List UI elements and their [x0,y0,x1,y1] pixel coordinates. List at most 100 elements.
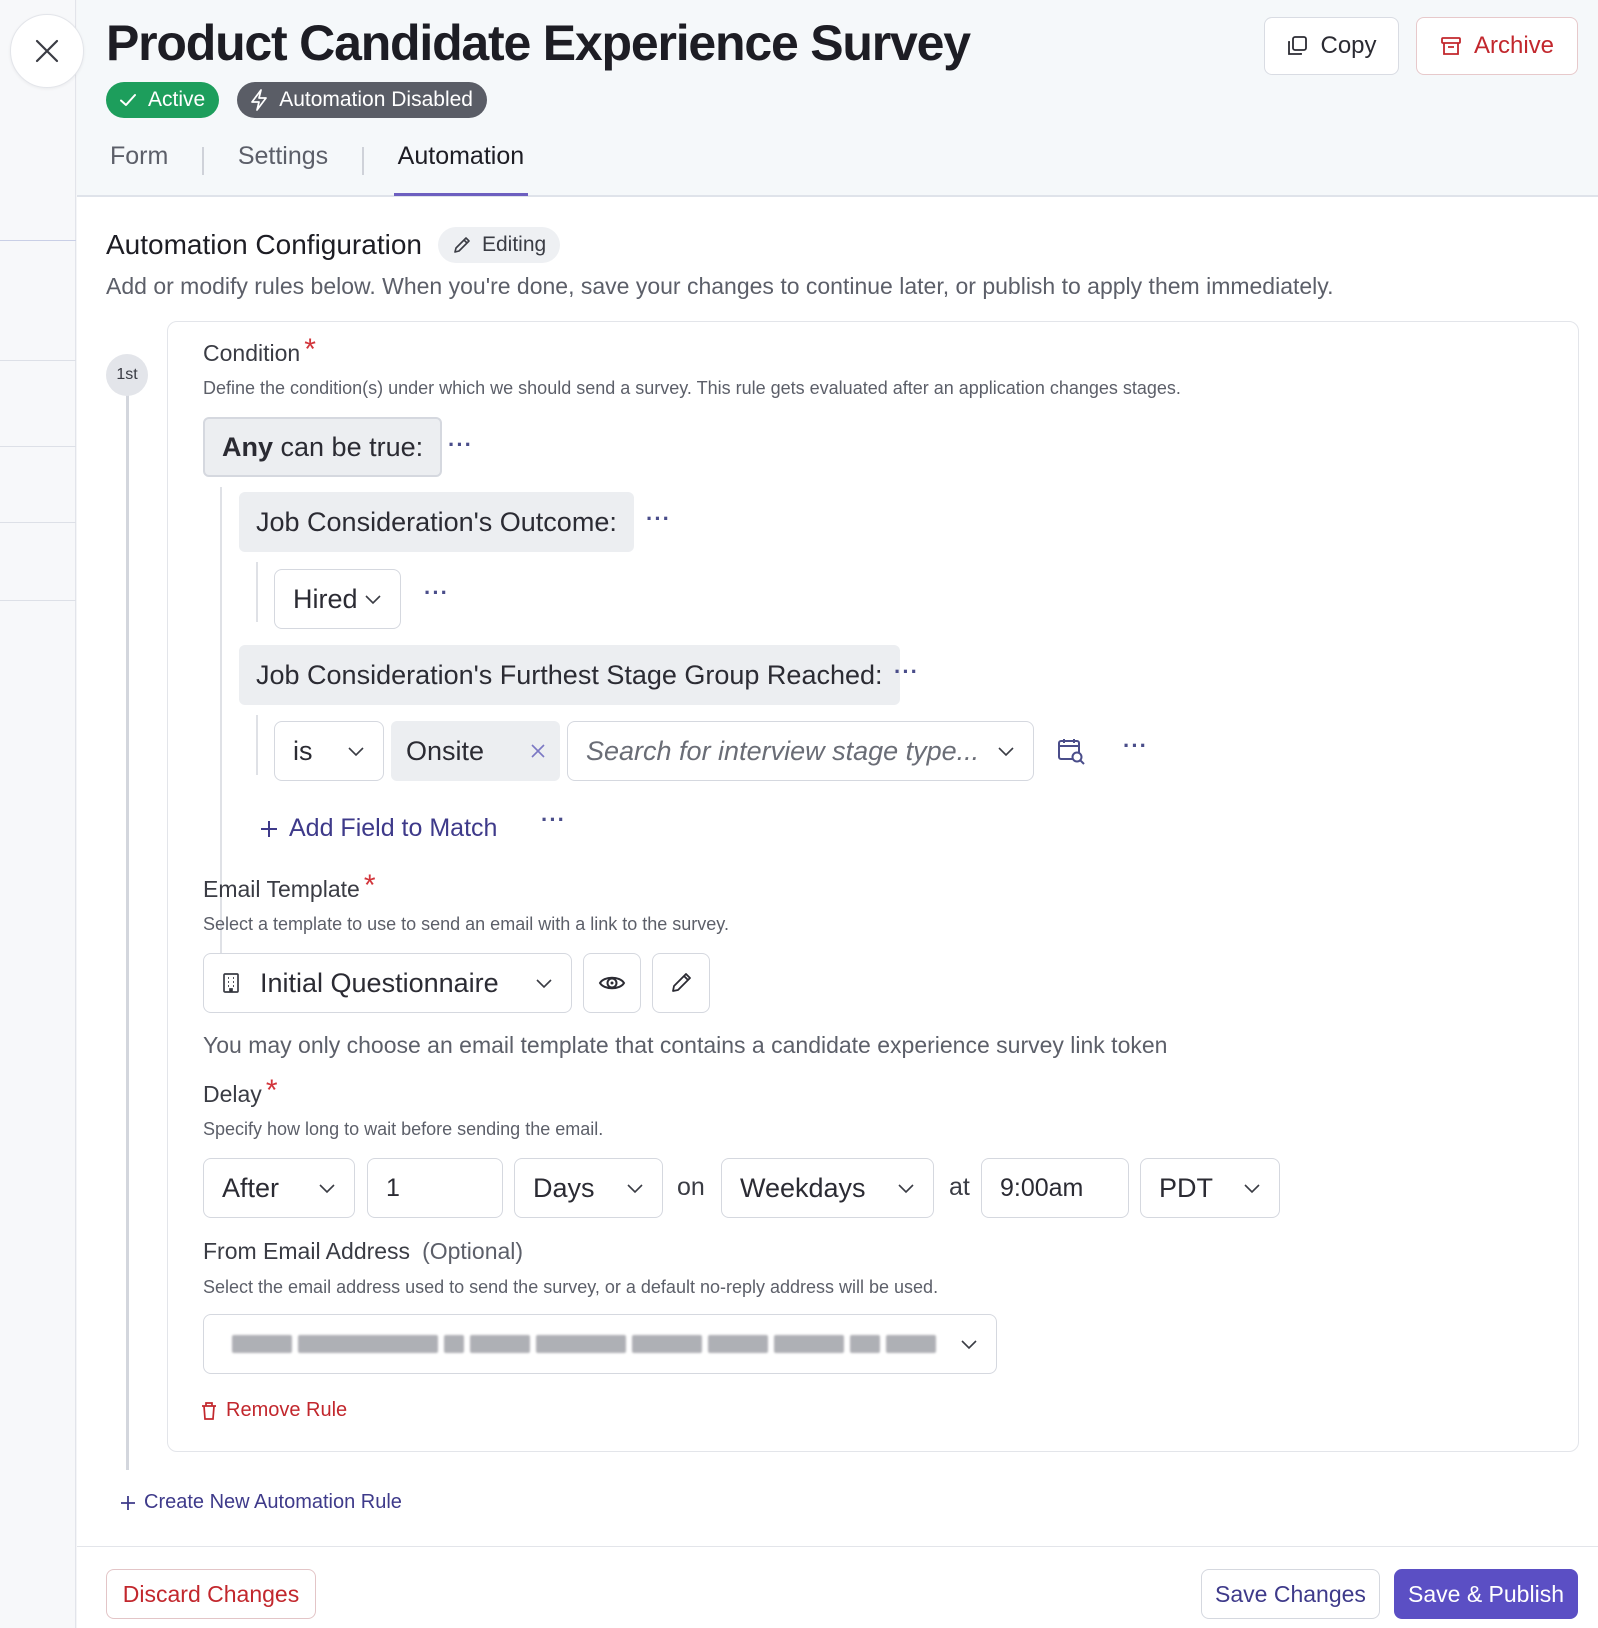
eye-icon [598,976,626,990]
section-heading: Automation Configuration Editing [106,227,561,263]
chevron-down-icon [961,1340,977,1350]
field-chip-outcome[interactable]: Job Consideration's Outcome: [239,492,634,552]
lightning-icon [251,89,268,111]
tab-form[interactable]: Form [106,142,172,196]
field-guide-line [256,715,258,775]
add-field-button[interactable]: Add Field to Match [259,814,497,843]
status-badge-label: Active [148,88,206,111]
from-email-label: From Email Address [203,1238,411,1264]
condition-help: Define the condition(s) under which we s… [203,378,1181,398]
trash-icon [202,1401,216,1420]
create-rule-button[interactable]: Create New Automation Rule [120,1491,402,1514]
field-chip-furthest-stage[interactable]: Job Consideration's Furthest Stage Group… [239,645,900,705]
pencil-icon [454,237,470,253]
group-match-label: can be true: [273,431,424,462]
furthest-stage-more-button[interactable]: ··· [894,659,919,685]
status-badges: Active Automation Disabled [106,82,487,118]
delay-label: Delay [203,1081,262,1107]
tab-separator [202,147,204,175]
redacted-email-address [232,1335,936,1353]
timeline-line [126,392,129,1470]
add-field-more-button[interactable]: ··· [541,807,566,833]
rule-step-indicator: 1st [106,354,148,396]
delay-help: Specify how long to wait before sending … [203,1119,604,1139]
group-more-button[interactable]: ··· [448,432,473,458]
close-icon [35,39,59,63]
remove-rule-button[interactable]: Remove Rule [200,1399,347,1422]
stage-type-search-input[interactable]: Search for interview stage type... [567,721,1034,781]
email-template-help: Select a template to use to send an emai… [203,914,729,934]
close-button[interactable] [10,14,84,88]
group-match-type: Any [222,431,274,462]
divider [0,522,76,523]
building-icon [223,973,239,993]
archive-label: Archive [1473,32,1555,59]
page-title: Product Candidate Experience Survey [106,15,971,71]
delay-unit-select[interactable]: Days [514,1158,663,1218]
chevron-down-icon [1244,1184,1260,1194]
delay-days-select[interactable]: Weekdays [721,1158,934,1218]
tab-settings[interactable]: Settings [234,142,332,196]
chevron-down-icon [627,1184,643,1194]
plus-icon [121,1495,135,1510]
delay-time-input[interactable]: 9:00am [981,1158,1129,1218]
preview-template-button[interactable] [583,953,641,1013]
on-label: on [677,1173,705,1201]
optional-label: (Optional) [422,1238,524,1264]
email-template-label-row: Email Template * [203,869,376,903]
automation-badge: Automation Disabled [237,82,487,118]
outcome-value-select[interactable]: Hired [274,569,401,629]
email-template-select[interactable]: Initial Questionnaire [203,953,572,1013]
email-template-value: Initial Questionnaire [260,967,499,998]
delay-time-value: 9:00am [1000,1173,1084,1202]
discard-changes-button[interactable]: Discard Changes [106,1569,316,1619]
browse-stages-button[interactable] [1056,736,1086,771]
divider [0,240,76,241]
section-title: Automation Configuration [106,229,422,260]
chevron-down-icon [348,747,364,757]
delay-label-row: Delay * [203,1074,278,1108]
selected-tag-onsite: Onsite [391,721,560,781]
required-mark: * [265,1074,278,1107]
outcome-more-button[interactable]: ··· [646,506,671,532]
pencil-icon [672,973,691,992]
required-mark: * [363,869,376,902]
divider [0,360,76,361]
timezone-value: PDT [1159,1172,1213,1203]
check-icon [120,94,136,106]
email-template-note: You may only choose an email template th… [203,1032,1168,1058]
tab-automation[interactable]: Automation [393,142,529,196]
panel-header: Product Candidate Experience Survey Acti… [77,0,1598,197]
field-guide-line [256,562,258,622]
chevron-down-icon [998,747,1014,757]
chevron-down-icon [319,1184,335,1194]
required-mark: * [304,333,316,366]
editing-chip-label: Editing [481,233,547,256]
automation-badge-label: Automation Disabled [279,88,473,111]
delay-unit-value: Days [533,1172,595,1203]
stage-type-placeholder: Search for interview stage type... [586,735,980,766]
remove-tag-icon[interactable] [530,743,546,759]
divider [0,600,76,601]
operator-select[interactable]: is [274,721,384,781]
timezone-select[interactable]: PDT [1140,1158,1280,1218]
from-email-label-row: From Email Address (Optional) [203,1238,523,1265]
chevron-down-icon [536,979,552,989]
email-template-label: Email Template [203,876,360,902]
condition-group-selector[interactable]: Any can be true: [203,417,443,477]
edit-template-button[interactable] [652,953,710,1013]
from-email-select[interactable] [203,1314,997,1374]
delay-when-select[interactable]: After [203,1158,355,1218]
operator-value: is [293,735,313,766]
copy-label: Copy [1320,32,1377,59]
from-email-help: Select the email address used to send th… [203,1277,939,1297]
save-changes-button[interactable]: Save Changes [1201,1569,1380,1619]
archive-button[interactable]: Archive [1416,17,1578,75]
save-publish-button[interactable]: Save & Publish [1394,1569,1578,1619]
outcome-value-more-button[interactable]: ··· [424,580,449,606]
copy-button[interactable]: Copy [1264,17,1399,75]
delay-amount-input[interactable]: 1 [367,1158,503,1218]
stage-more-button[interactable]: ··· [1123,733,1148,759]
footer-bar: Discard Changes Save Changes Save & Publ… [77,1546,1598,1628]
archive-icon [1441,37,1461,55]
